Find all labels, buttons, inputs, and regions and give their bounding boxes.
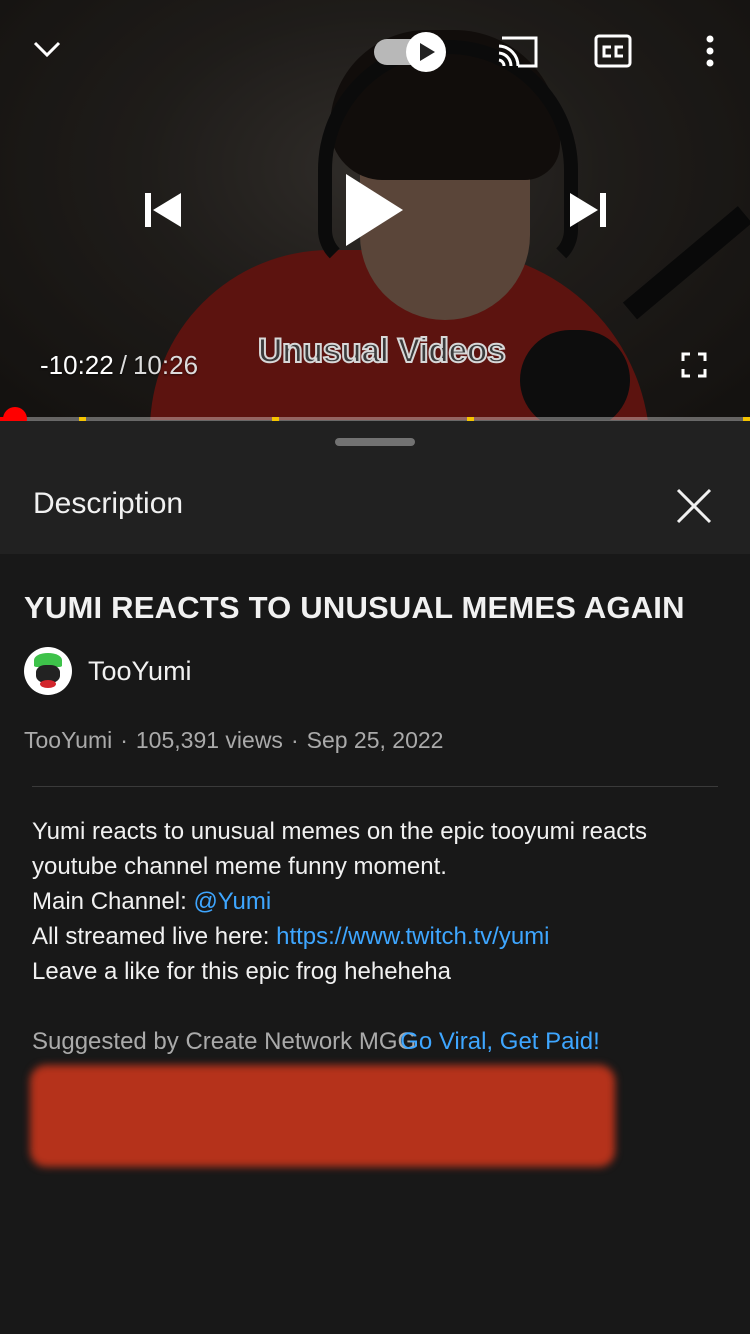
video-title: YUMI REACTS TO UNUSUAL MEMES AGAIN	[24, 590, 685, 625]
video-meta: TooYumi · 105,391 views · Sep 25, 2022	[24, 727, 444, 753]
sheet-header: Description	[0, 421, 750, 554]
close-icon[interactable]	[676, 488, 712, 529]
suggested-label: Suggested by Create Network MGG	[32, 1028, 417, 1055]
video-player[interactable]: -10:22/10:26 Unusual Videos	[0, 0, 750, 420]
description-text: Yumi reacts to unusual memes on the epic…	[32, 814, 722, 989]
avatar[interactable]	[24, 647, 72, 695]
cc-icon[interactable]	[594, 34, 634, 70]
time-display: -10:22/10:26	[40, 350, 198, 381]
main-channel-link[interactable]: @Yumi	[193, 888, 271, 915]
channel-row[interactable]: TooYumi	[24, 647, 192, 695]
time-elapsed: -10:22	[40, 350, 114, 380]
main-channel-label: Main Channel:	[32, 888, 194, 915]
description-line-main-channel: Main Channel: @Yumi	[32, 884, 722, 919]
view-count: 105,391 views	[135, 727, 283, 753]
cast-icon[interactable]	[496, 34, 540, 70]
streamed-label: All streamed live here:	[32, 923, 277, 950]
divider	[32, 786, 718, 787]
more-vert-icon[interactable]	[700, 34, 720, 70]
time-separator: /	[119, 350, 127, 380]
video-watermark: Unusual Videos	[257, 331, 507, 371]
play-icon[interactable]	[340, 170, 406, 250]
skip-previous-icon[interactable]	[143, 190, 183, 230]
skip-next-icon[interactable]	[568, 190, 608, 230]
suggested-link[interactable]: Go Viral, Get Paid!	[400, 1028, 600, 1055]
description-line: Yumi reacts to unusual memes on the epic…	[32, 818, 647, 845]
sheet-title: Description	[33, 487, 184, 520]
suggested-by: Suggested by Create Network MGGGo Viral,…	[32, 1028, 600, 1056]
autoplay-toggle[interactable]	[372, 32, 448, 74]
description-line: youtube channel meme funny moment.	[32, 853, 447, 880]
avatar-art-mouth	[40, 680, 56, 688]
time-total: 10:26	[132, 350, 199, 380]
drag-handle[interactable]	[335, 438, 415, 446]
fullscreen-icon[interactable]	[681, 352, 707, 378]
description-line-streamed: All streamed live here: https://www.twit…	[32, 919, 722, 954]
description-line: Leave a like for this epic frog heheheha	[32, 958, 451, 985]
channel-name[interactable]: TooYumi	[88, 656, 192, 687]
upload-date: Sep 25, 2022	[306, 727, 444, 753]
meta-channel: TooYumi	[24, 727, 113, 753]
redaction-overlay	[30, 1065, 615, 1167]
chevron-down-icon[interactable]	[30, 32, 64, 66]
twitch-link[interactable]: https://www.twitch.tv/yumi	[276, 923, 549, 950]
description-sheet: Description YUMI REACTS TO UNUSUAL MEMES…	[0, 421, 750, 1334]
